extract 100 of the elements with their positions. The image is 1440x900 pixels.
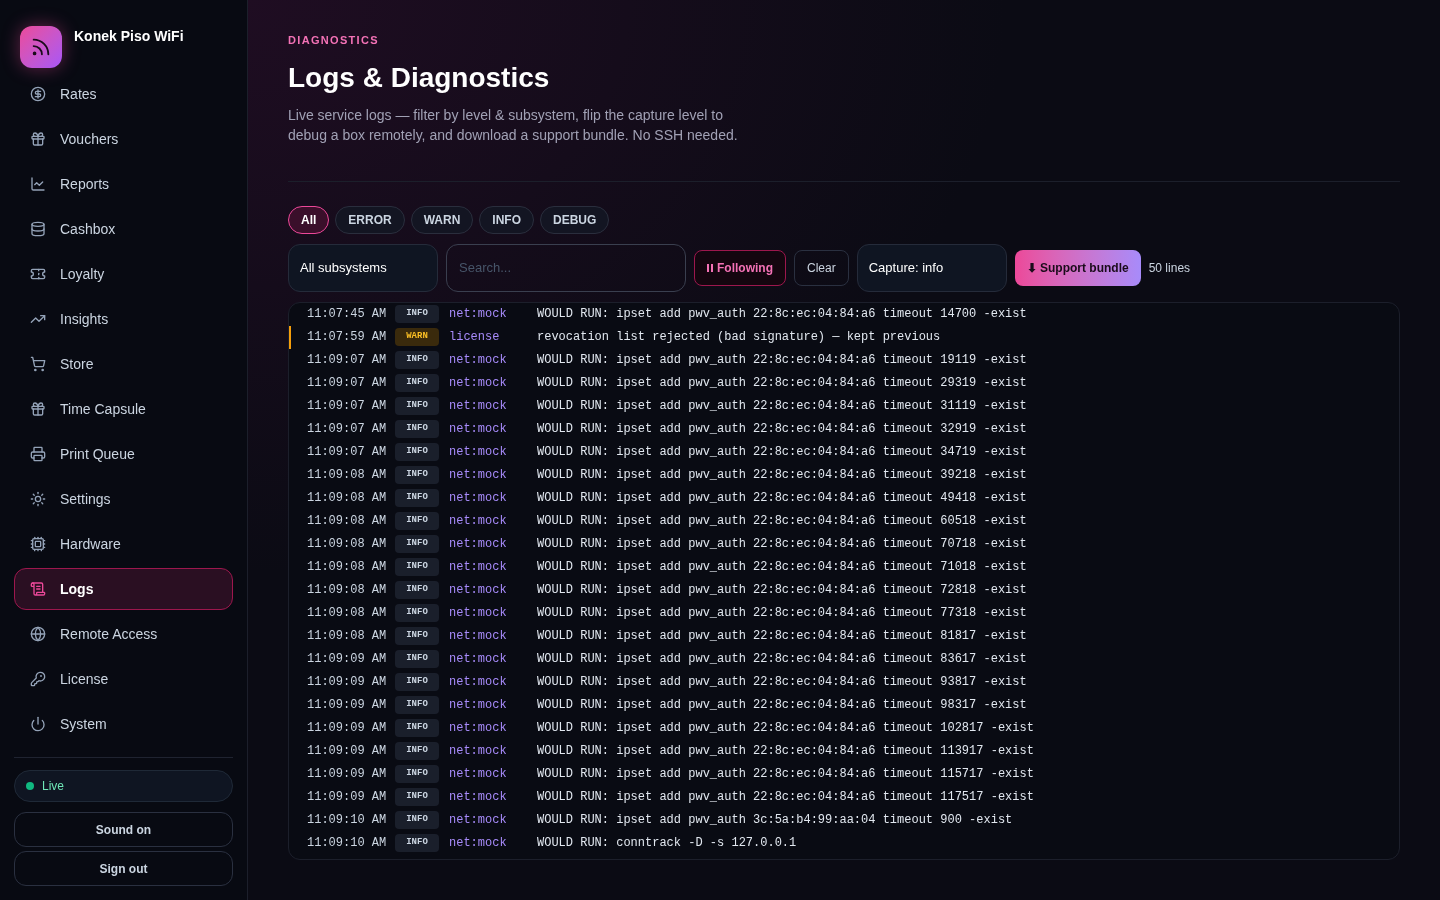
log-source: net:mock	[448, 628, 508, 645]
nav-item[interactable]: Settings	[14, 478, 233, 520]
log-time: 11:09:07 AM	[307, 398, 388, 415]
log-source: net:mock	[448, 789, 508, 806]
log-message: revocation list rejected (bad signature) — kept previous	[537, 329, 941, 346]
nav-item[interactable]: Rates	[14, 73, 233, 115]
log-source: net:mock	[448, 674, 508, 691]
log-level: INFO	[395, 650, 439, 668]
log-level: INFO	[395, 765, 439, 783]
log-time: 11:09:08 AM	[307, 605, 388, 622]
following-button[interactable]: Following	[694, 249, 786, 286]
search-field[interactable]: Search...	[446, 243, 686, 292]
nav-item[interactable]: Store	[14, 343, 233, 385]
sidebar-button[interactable]: Sound on	[14, 812, 233, 847]
support-bundle-button[interactable]: ⬇ Support bundle	[1014, 249, 1141, 286]
nav-item[interactable]: Insights	[14, 298, 233, 340]
log-time: 11:09:08 AM	[307, 513, 388, 530]
log-level: INFO	[395, 719, 439, 737]
key-icon	[30, 671, 46, 687]
capture-select[interactable]: Capture: info	[856, 243, 1007, 292]
nav-item[interactable]: Remote Access	[14, 613, 233, 655]
log-source: net:mock	[448, 490, 508, 507]
log-source: net:mock	[448, 421, 508, 438]
gift-icon	[30, 131, 46, 147]
nav-item[interactable]: Reports	[14, 163, 233, 205]
nav-item[interactable]: Vouchers	[14, 118, 233, 160]
coin-icon	[30, 86, 46, 102]
log-source: net:mock	[448, 352, 508, 369]
log-time: 11:09:07 AM	[307, 421, 388, 438]
log-level: INFO	[395, 466, 439, 484]
log-message: WOULD RUN: ipset add pwv_auth 22:8c:ec:04:84:a6 timeout 98317 -exist	[537, 697, 1027, 714]
log-time: 11:09:07 AM	[307, 444, 388, 461]
nav-item[interactable]: Cashbox	[14, 208, 233, 250]
log-time: 11:09:08 AM	[307, 536, 388, 553]
log-source: net:mock	[448, 398, 508, 415]
brand-name: Konek Piso WiFi	[74, 27, 184, 46]
log-message: WOULD RUN: ipset add pwv_auth 22:8c:ec:04:84:a6 timeout 102817 -exist	[537, 720, 1034, 737]
log-source: net:mock	[448, 697, 508, 714]
subsystem-select[interactable]: All subsystems	[288, 243, 438, 292]
log-level: INFO	[395, 811, 439, 829]
power-icon	[30, 716, 46, 732]
log-level: INFO	[395, 443, 439, 461]
log-source: net:mock	[448, 766, 508, 783]
log-message: WOULD RUN: ipset add pwv_auth 22:8c:ec:04:84:a6 timeout 70718 -exist	[537, 536, 1027, 553]
settings-icon	[30, 491, 46, 507]
log-time: 11:09:09 AM	[307, 651, 388, 668]
log-message: WOULD RUN: ipset add pwv_auth 3c:5a:b4:99:aa:04 timeout 900 -exist	[537, 812, 1013, 829]
level-filter[interactable]: All	[288, 205, 330, 234]
pause-icon	[707, 263, 713, 272]
log-time: 11:09:09 AM	[307, 766, 388, 783]
log-level: INFO	[395, 351, 439, 369]
level-filter[interactable]: ERROR	[335, 205, 405, 234]
log-time: 11:09:08 AM	[307, 467, 388, 484]
log-message: WOULD RUN: ipset add pwv_auth 22:8c:ec:04:84:a6 timeout 32919 -exist	[537, 421, 1027, 438]
level-filter[interactable]: INFO	[479, 205, 535, 234]
nav-item[interactable]: Print Queue	[14, 433, 233, 475]
chip-icon	[30, 536, 46, 552]
chart-icon	[30, 176, 46, 192]
log-source: net:mock	[448, 559, 508, 576]
status-label: Live	[42, 778, 64, 795]
log-message: WOULD RUN: ipset add pwv_auth 22:8c:ec:04:84:a6 timeout 39218 -exist	[537, 467, 1027, 484]
log-level: INFO	[395, 489, 439, 507]
log-time: 11:09:08 AM	[307, 559, 388, 576]
log-time: 11:09:08 AM	[307, 582, 388, 599]
log-time: 11:09:08 AM	[307, 628, 388, 645]
log-source: net:mock	[448, 467, 508, 484]
log-level: INFO	[395, 374, 439, 392]
nav-item[interactable]: System	[14, 703, 233, 745]
nav-item[interactable]: Loyalty	[14, 253, 233, 295]
log-time: 11:07:45 AM	[307, 306, 388, 323]
log-level: INFO	[395, 673, 439, 691]
database-icon	[30, 221, 46, 237]
logo-icon	[20, 26, 62, 68]
list-icon	[30, 581, 46, 597]
log-time: 11:09:10 AM	[307, 835, 388, 852]
nav-item[interactable]: Logs	[14, 568, 233, 610]
log-source: license	[448, 329, 501, 346]
log-message: WOULD RUN: ipset add pwv_auth 22:8c:ec:04:84:a6 timeout 49418 -exist	[537, 490, 1027, 507]
globe-icon	[30, 626, 46, 642]
log-message: WOULD RUN: ipset add pwv_auth 22:8c:ec:04:84:a6 timeout 77318 -exist	[537, 605, 1027, 622]
log-level: INFO	[395, 604, 439, 622]
log-source: net:mock	[448, 720, 508, 737]
log-time: 11:09:09 AM	[307, 697, 388, 714]
clear-button[interactable]: Clear	[794, 249, 849, 286]
level-filter[interactable]: WARN	[410, 205, 474, 234]
nav-item[interactable]: Hardware	[14, 523, 233, 565]
sidebar-button[interactable]: Sign out	[14, 851, 233, 886]
log-message: WOULD RUN: ipset add pwv_auth 22:8c:ec:04:84:a6 timeout 113917 -exist	[537, 743, 1034, 760]
log-message: WOULD RUN: ipset add pwv_auth 22:8c:ec:04:84:a6 timeout 71018 -exist	[537, 559, 1027, 576]
log-message: WOULD RUN: ipset add pwv_auth 22:8c:ec:04:84:a6 timeout 60518 -exist	[537, 513, 1027, 530]
log-time: 11:09:10 AM	[307, 812, 388, 829]
log-message: WOULD RUN: ipset add pwv_auth 22:8c:ec:04:84:a6 timeout 19119 -exist	[537, 352, 1027, 369]
log-level: INFO	[395, 558, 439, 576]
nav-item[interactable]: License	[14, 658, 233, 700]
log-source: net:mock	[448, 605, 508, 622]
log-message: WOULD RUN: ipset add pwv_auth 22:8c:ec:04:84:a6 timeout 83617 -exist	[537, 651, 1027, 668]
level-filter[interactable]: DEBUG	[540, 205, 610, 234]
log-source: net:mock	[448, 812, 508, 829]
log-time: 11:09:09 AM	[307, 743, 388, 760]
nav-item[interactable]: Time Capsule	[14, 388, 233, 430]
